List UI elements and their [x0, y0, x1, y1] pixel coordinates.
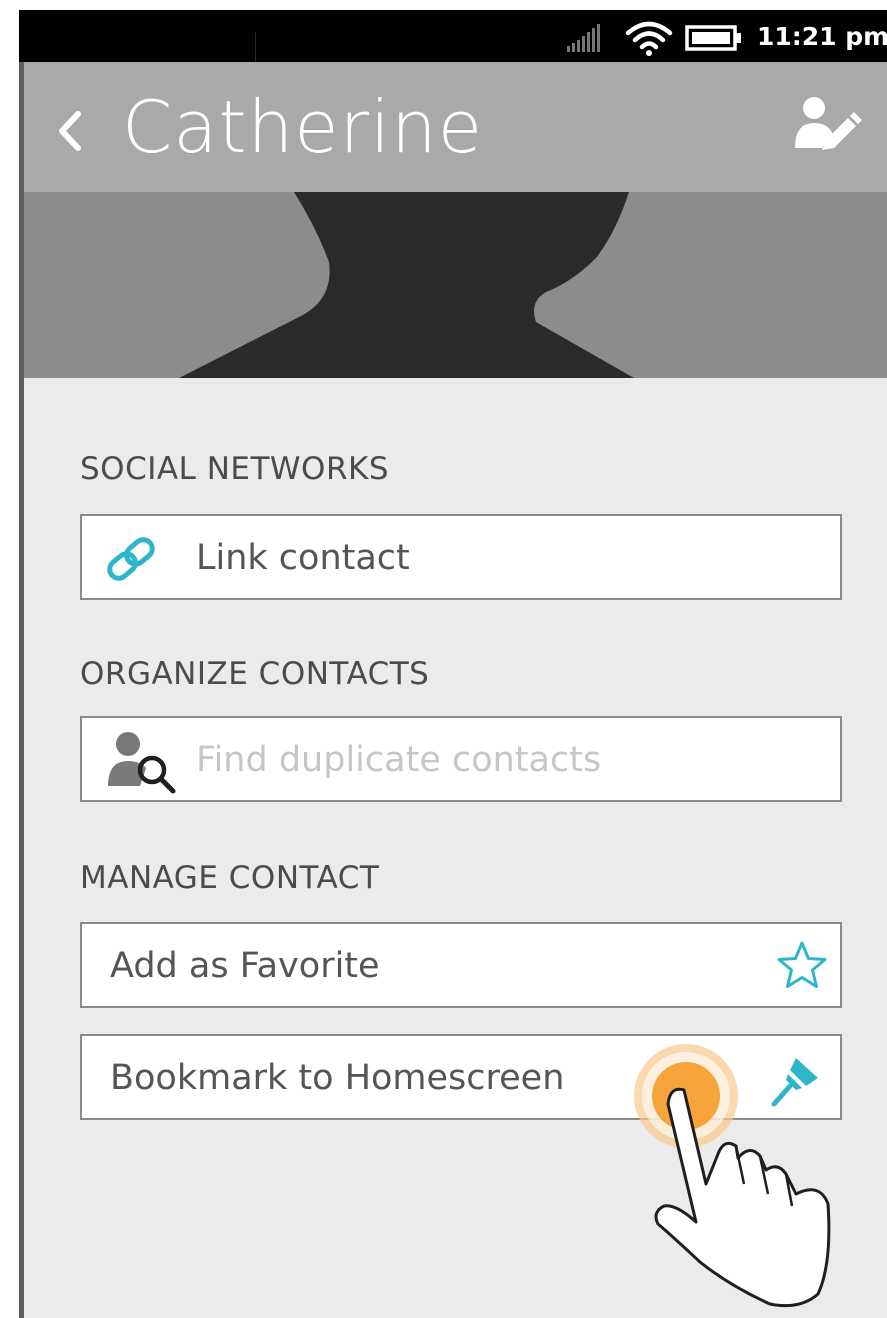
person-silhouette	[179, 192, 634, 378]
battery-icon	[685, 25, 741, 51]
bookmark-homescreen-label: Bookmark to Homescreen	[110, 1058, 565, 1098]
header: Catherine	[24, 62, 887, 192]
link-icon	[107, 537, 155, 581]
section-title-social-networks: SOCIAL NETWORKS	[80, 451, 390, 487]
contact-photo	[24, 192, 887, 378]
status-bar: 11:21 pm	[19, 10, 887, 62]
signal-icon	[567, 24, 600, 52]
add-favorite-label: Add as Favorite	[110, 946, 380, 986]
link-contact-label: Link contact	[196, 538, 410, 578]
link-contact-button[interactable]: Link contact	[80, 514, 842, 600]
status-time: 11:21 pm	[757, 22, 887, 51]
find-duplicates-label: Find duplicate contacts	[196, 740, 602, 780]
add-favorite-button[interactable]: Add as Favorite	[80, 922, 842, 1008]
contact-options-panel: SOCIAL NETWORKS Link contact ORGANIZE CO…	[24, 378, 887, 1318]
find-duplicates-button[interactable]: Find duplicate contacts	[80, 716, 842, 802]
section-title-organize-contacts: ORGANIZE CONTACTS	[80, 656, 430, 692]
chevron-left-icon[interactable]	[48, 100, 90, 162]
bookmark-homescreen-button[interactable]: Bookmark to Homescreen	[80, 1034, 842, 1120]
find-person-icon	[108, 732, 176, 794]
star-icon	[777, 941, 827, 988]
pin-icon	[771, 1058, 818, 1107]
section-title-manage-contact: MANAGE CONTACT	[80, 860, 380, 896]
edit-contact-icon[interactable]	[792, 92, 862, 162]
page-title: Catherine	[122, 85, 484, 169]
status-divider	[255, 32, 256, 62]
wifi-icon	[625, 21, 673, 56]
